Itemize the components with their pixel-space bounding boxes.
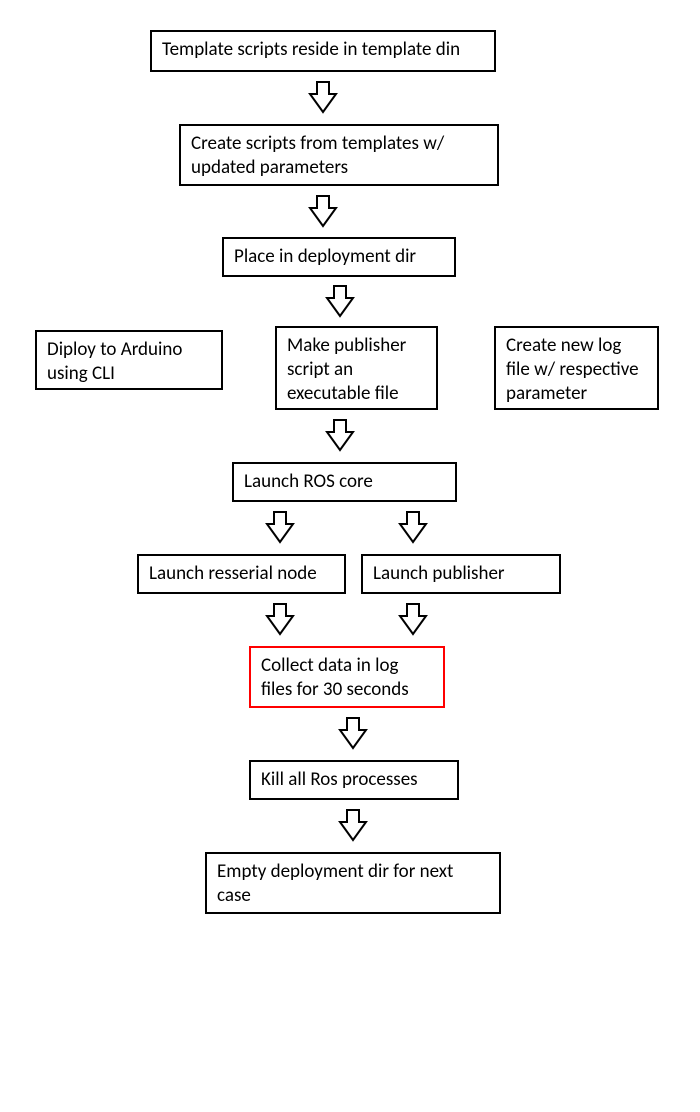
box-label: Launch ROS core <box>244 470 373 493</box>
arrow-down-icon <box>308 80 338 116</box>
arrow-down-icon <box>398 602 428 638</box>
arrow-down-icon <box>265 602 295 638</box>
arrow-down-icon <box>325 418 355 454</box>
box-template-scripts: Template scripts reside in template din <box>150 30 496 72</box>
box-launch-resserial: Launch resserial node <box>137 554 346 594</box>
arrow-down-icon <box>325 284 355 320</box>
arrow-down-icon <box>265 510 295 546</box>
arrow-down-icon <box>398 510 428 546</box>
arrow-down-icon <box>338 716 368 752</box>
arrow-down-icon <box>338 808 368 844</box>
box-collect-data: Collect data in log files for 30 seconds <box>249 646 445 708</box>
box-label: Kill all Ros processes <box>261 768 418 791</box>
box-deploy-arduino: Diploy to Arduino using CLI <box>35 330 223 390</box>
box-place-deployment: Place in deployment dir <box>222 237 456 277</box>
box-launch-ros-core: Launch ROS core <box>232 462 457 502</box>
arrow-down-icon <box>308 194 338 230</box>
box-label: Create new log file w/ respective parame… <box>506 334 639 405</box>
box-launch-publisher: Launch publisher <box>361 554 561 594</box>
box-label: Create scripts from templates w/ updated… <box>191 132 444 179</box>
box-label: Diploy to Arduino using CLI <box>47 338 182 385</box>
box-empty-deployment: Empty deployment dir for next case <box>205 852 501 914</box>
box-kill-ros: Kill all Ros processes <box>249 760 459 800</box>
box-label: Empty deployment dir for next case <box>217 860 453 907</box>
box-label: Make publisher script an executable file <box>287 334 406 405</box>
box-label: Launch publisher <box>373 562 505 585</box>
box-label: Launch resserial node <box>149 562 317 585</box>
box-label: Collect data in log files for 30 seconds <box>261 654 409 701</box>
box-make-executable: Make publisher script an executable file <box>275 326 438 410</box>
box-create-scripts: Create scripts from templates w/ updated… <box>179 124 499 186</box>
box-label: Template scripts reside in template din <box>162 38 460 61</box>
box-create-log: Create new log file w/ respective parame… <box>494 326 659 410</box>
box-label: Place in deployment dir <box>234 245 416 268</box>
